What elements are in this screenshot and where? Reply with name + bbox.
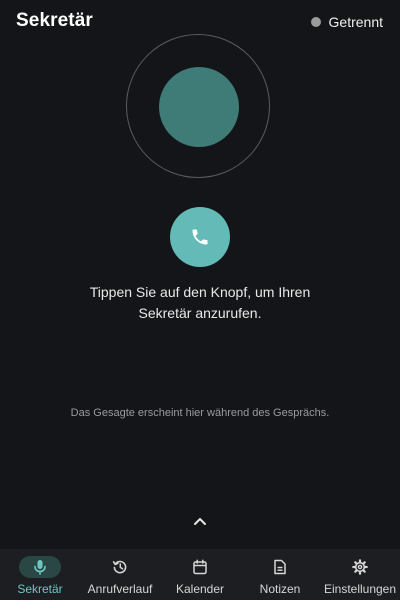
- expand-transcript-button[interactable]: [188, 510, 212, 532]
- nav-label-anrufverlauf: Anrufverlauf: [87, 582, 153, 596]
- nav-item-kalender[interactable]: Kalender: [160, 549, 240, 600]
- voice-orb: [159, 67, 239, 147]
- nav-item-einstellungen[interactable]: Einstellungen: [320, 549, 400, 600]
- nav-active-indicator: [19, 556, 61, 578]
- nav-label-einstellungen: Einstellungen: [323, 582, 397, 596]
- nav-label-kalender: Kalender: [175, 582, 225, 596]
- nav-item-anrufverlauf[interactable]: Anrufverlauf: [80, 549, 160, 600]
- history-icon: [112, 560, 127, 574]
- phone-icon: [192, 229, 208, 245]
- calendar-icon: [193, 559, 207, 575]
- gear-icon: [352, 559, 368, 575]
- call-instruction-text: Tippen Sie auf den Knopf, um Ihren Sekre…: [40, 282, 360, 324]
- document-icon: [274, 559, 286, 575]
- page-title: Sekretär: [16, 10, 93, 31]
- chevron-up-icon: [194, 518, 206, 525]
- call-button[interactable]: [170, 207, 230, 267]
- nav-label-sekretaer: Sekretär: [17, 582, 63, 596]
- transcript-placeholder: Das Gesagte erscheint hier während des G…: [70, 407, 330, 419]
- connection-status-label: Getrennt: [328, 14, 383, 30]
- connection-status: Getrennt: [310, 14, 383, 30]
- nav-item-notizen[interactable]: Notizen: [240, 549, 320, 600]
- nav-label-notizen: Notizen: [259, 582, 301, 596]
- status-dot-icon: [310, 17, 321, 27]
- call-instruction-line-2: Sekretär anzurufen.: [138, 305, 262, 321]
- secretary-app-screen: Sekretär Getrennt Tippen Sie auf den Kno…: [0, 0, 400, 600]
- call-instruction-line-1: Tippen Sie auf den Knopf, um Ihren: [89, 284, 311, 300]
- microphone-icon: [34, 560, 46, 575]
- nav-item-sekretaer[interactable]: Sekretär: [0, 549, 80, 600]
- bottom-navigation: Sekretär Anrufverlauf Kalender Notizen E…: [0, 549, 400, 600]
